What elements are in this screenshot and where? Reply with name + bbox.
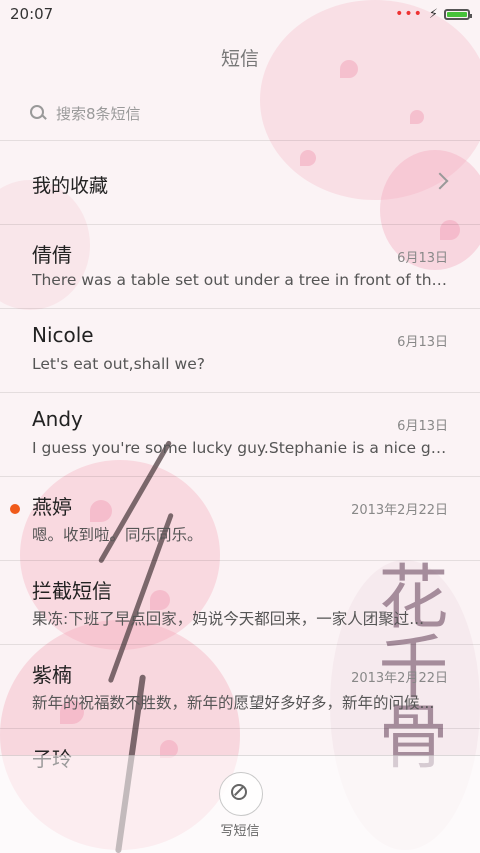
- contact-name: 紫楠: [32, 663, 72, 687]
- page-title: 短信: [220, 48, 259, 70]
- compose-button[interactable]: [219, 772, 263, 816]
- message-preview: 嗯。收到啦。同乐同乐。: [32, 526, 203, 544]
- bottom-bar: 写短信: [0, 755, 480, 853]
- message-preview: 新年的祝福数不胜数，新年的愿望好多好多，新年的问候...: [32, 694, 435, 712]
- contact-name: Nicole: [32, 323, 94, 347]
- message-preview: There was a table set out under a tree i…: [32, 271, 448, 289]
- contact-name: 倩倩: [32, 243, 72, 267]
- message-date: 2013年2月22日: [351, 503, 448, 518]
- chevron-right-icon: [431, 172, 449, 190]
- compose-label: 写短信: [220, 824, 260, 839]
- clock: 20:07: [10, 5, 54, 23]
- search-input[interactable]: 搜索8条短信: [56, 103, 141, 124]
- favorites-label: 我的收藏: [32, 175, 109, 197]
- message-date: 6月13日: [397, 251, 448, 266]
- message-date: 2013年2月22日: [351, 671, 448, 686]
- compose-icon: [231, 784, 247, 800]
- message-date: 6月13日: [397, 419, 448, 434]
- status-bar: 20:07 ••• ⚡: [0, 0, 480, 28]
- search-icon: [30, 105, 46, 121]
- message-preview: I guess you're some lucky guy.Stephanie …: [32, 439, 448, 457]
- battery-level: [447, 11, 467, 17]
- search-bar[interactable]: 搜索8条短信: [30, 98, 450, 128]
- battery-icon: [444, 8, 472, 20]
- favorites-row[interactable]: 我的收藏: [0, 140, 480, 224]
- conversation-row[interactable]: 紫楠 2013年2月22日 新年的祝福数不胜数，新年的愿望好多好多，新年的问候.…: [0, 644, 480, 728]
- conversation-row[interactable]: 倩倩 6月13日 There was a table set out under…: [0, 224, 480, 308]
- message-preview: Let's eat out,shall we?: [32, 355, 205, 373]
- blocked-messages-row[interactable]: 拦截短信 果冻:下班了早点回家，妈说今天都回来，一家人团聚过...: [0, 560, 480, 644]
- charging-icon: ⚡: [428, 6, 438, 22]
- contact-name: Andy: [32, 407, 83, 431]
- blocked-messages-label: 拦截短信: [32, 579, 112, 603]
- message-date: 6月13日: [397, 335, 448, 350]
- message-preview: 果冻:下班了早点回家，妈说今天都回来，一家人团聚过...: [32, 610, 425, 628]
- conversation-row[interactable]: 燕婷 2013年2月22日 嗯。收到啦。同乐同乐。: [0, 476, 480, 560]
- signal-icon: •••: [395, 6, 423, 22]
- conversation-list: 我的收藏 倩倩 6月13日 There was a table set out …: [0, 140, 480, 812]
- conversation-row[interactable]: Andy 6月13日 I guess you're some lucky guy…: [0, 392, 480, 476]
- unread-dot-icon: [10, 504, 20, 514]
- contact-name: 燕婷: [32, 495, 72, 519]
- conversation-row[interactable]: Nicole 6月13日 Let's eat out,shall we?: [0, 308, 480, 392]
